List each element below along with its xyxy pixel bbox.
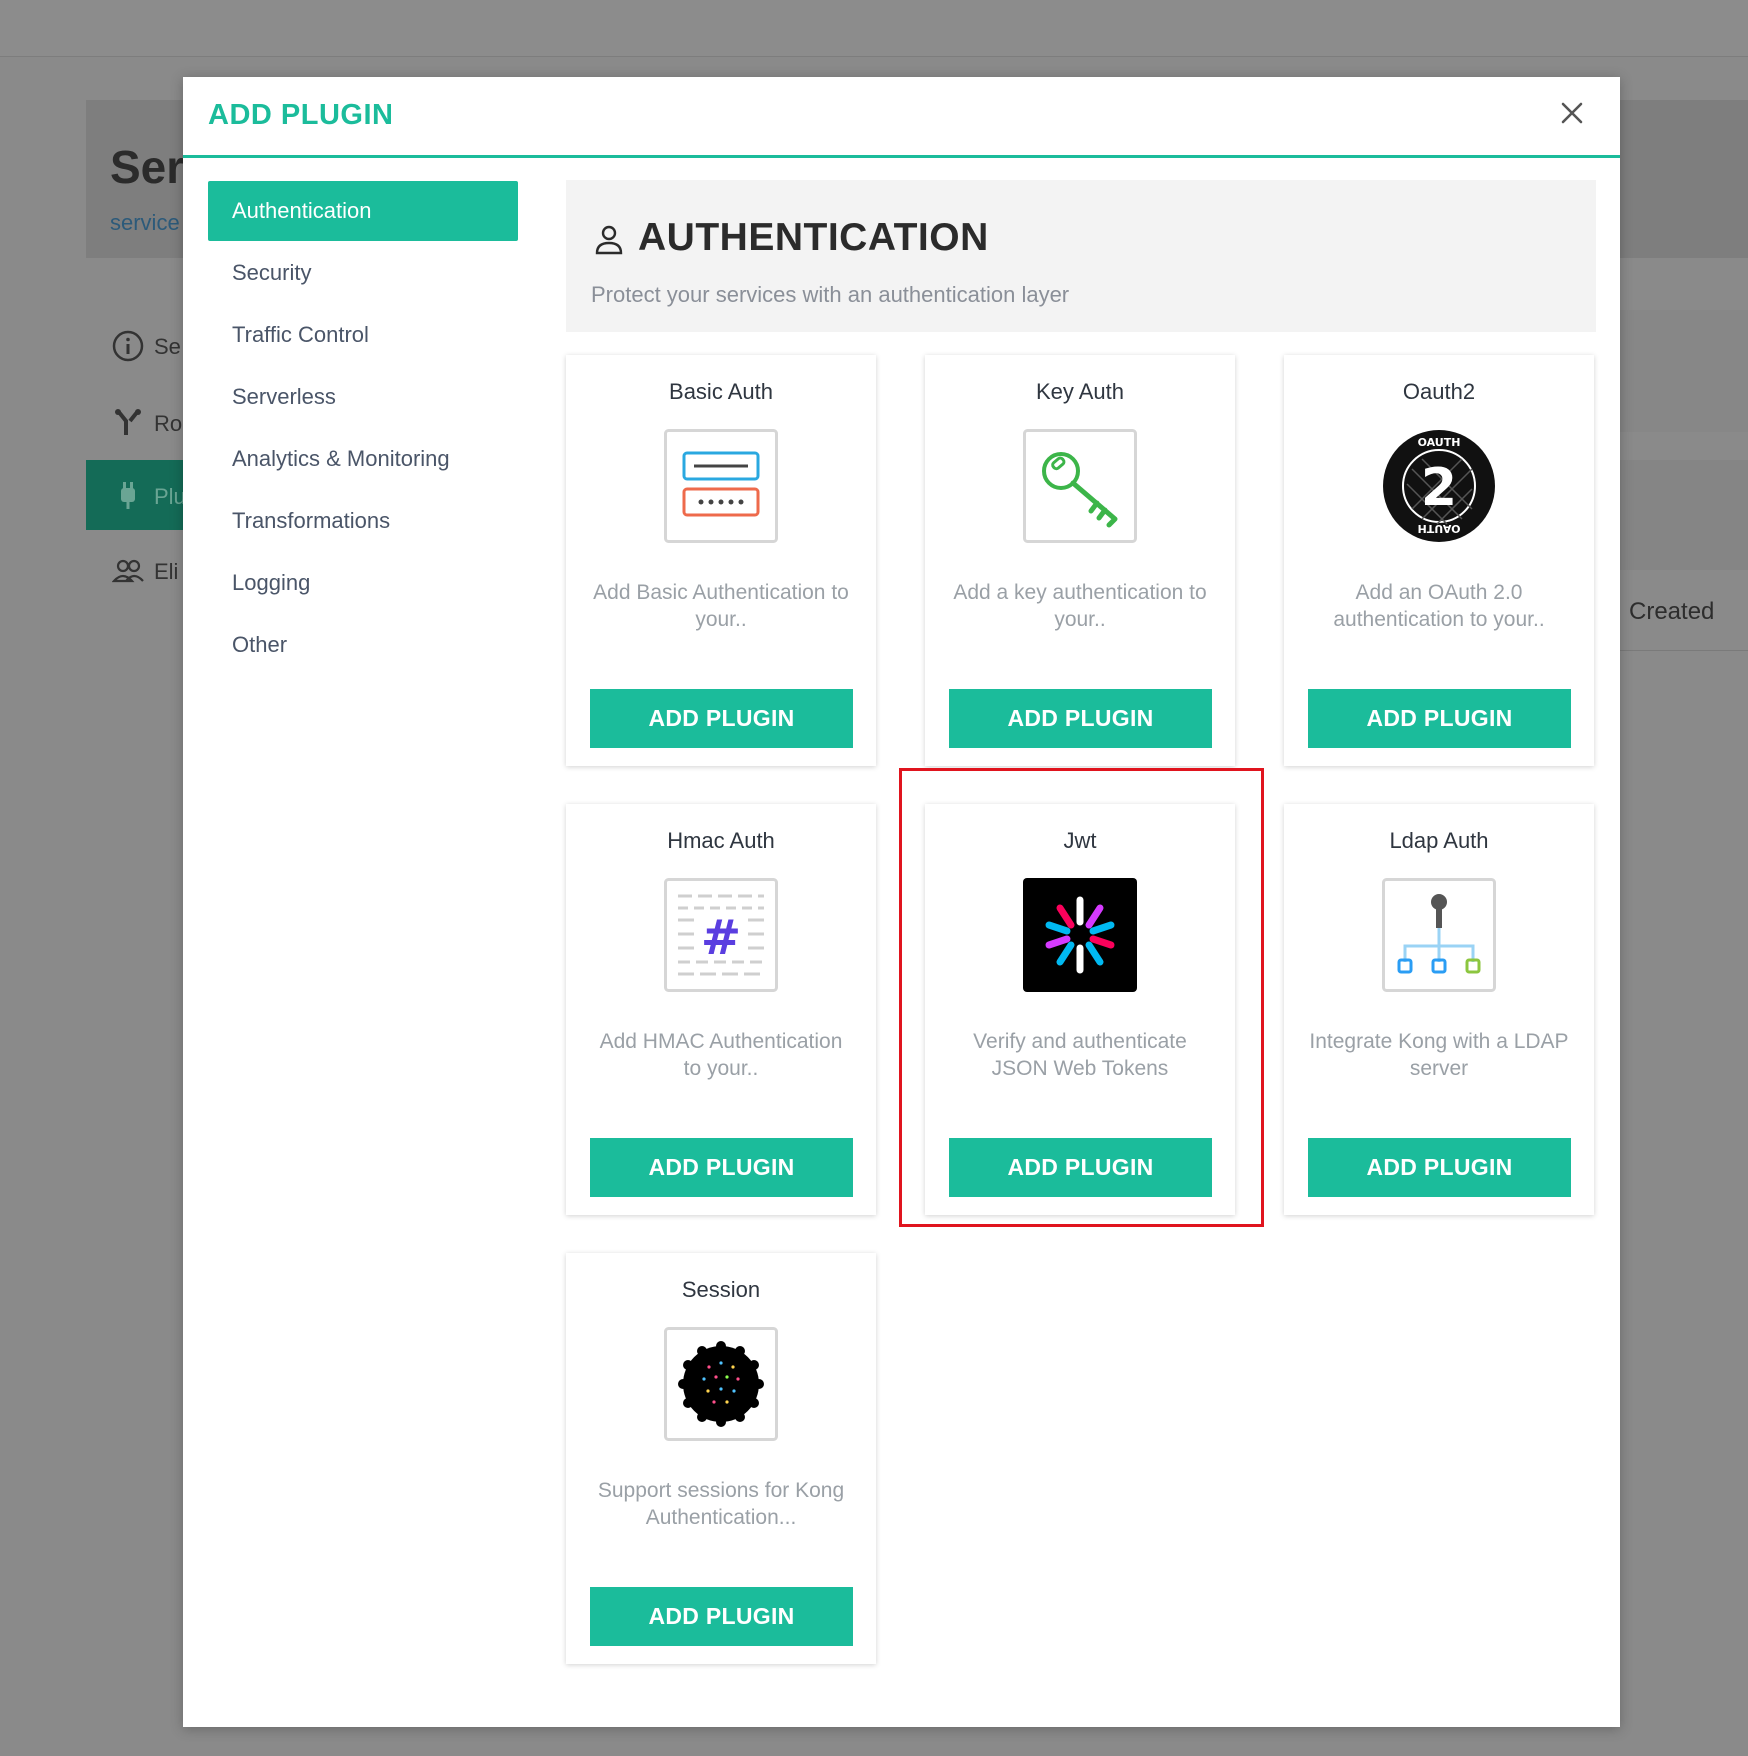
svg-text:OAUTH: OAUTH: [1418, 522, 1461, 535]
plugin-description: Add HMAC Authentication to your..: [599, 1030, 843, 1080]
routes-icon: [115, 409, 141, 435]
svg-text:#: #: [701, 910, 741, 966]
nav-item-plugins[interactable]: Plu: [86, 460, 196, 530]
sidebar-item-logging[interactable]: Logging: [208, 553, 518, 613]
nav-item-label: Plu: [154, 484, 186, 509]
plug-icon: [121, 482, 135, 509]
plugin-card-hmac-auth[interactable]: Hmac Auth # Add HMAC Authentication to y…: [566, 804, 876, 1215]
user-icon: [595, 225, 623, 255]
sidebar-item-analytics-monitoring[interactable]: Analytics & Monitoring: [208, 429, 518, 489]
category-description: Protect your services with an authentica…: [591, 282, 1070, 307]
ldap-icon: [1382, 878, 1496, 992]
oauth2-icon: 2 OAUTH OAUTH: [1383, 430, 1495, 542]
nav-item-eligible[interactable]: Eli: [86, 535, 196, 605]
plugin-name: Basic Auth: [669, 379, 773, 404]
app-topbar: [0, 0, 1748, 57]
sidebar-item-other[interactable]: Other: [208, 615, 518, 675]
plugin-description: Add an OAuth 2.0 authentication to your.…: [1333, 581, 1545, 631]
plugin-description: Add Basic Authentication to your..: [593, 581, 849, 631]
hmac-icon: #: [664, 878, 778, 992]
category-header: AUTHENTICATION Protect your services wit…: [566, 180, 1596, 332]
nav-item-label: Ro: [154, 411, 183, 436]
page-title: Ser: [110, 141, 185, 193]
plugin-card-ldap-auth[interactable]: Ldap Auth Integrate Kong with a LDAP ser…: [1284, 804, 1594, 1215]
cookie-icon: [664, 1327, 778, 1441]
plugin-card-oauth2[interactable]: Oauth2 2 OAUTH OAUTH Add an OAuth 2.0 au…: [1284, 355, 1594, 766]
sidebar-item-serverless[interactable]: Serverless: [208, 367, 518, 427]
plugin-name: Key Auth: [1035, 379, 1125, 404]
sidebar-item-transformations[interactable]: Transformations: [208, 491, 518, 551]
add-plugin-button[interactable]: ADD PLUGIN: [590, 1138, 853, 1197]
nav-item-routes[interactable]: Ro: [86, 387, 196, 457]
add-plugin-button[interactable]: ADD PLUGIN: [949, 689, 1212, 748]
users-icon: [112, 559, 144, 583]
modal-header: ADD PLUGIN: [183, 77, 1620, 158]
category-title: AUTHENTICATION: [638, 216, 989, 259]
nav-item-service[interactable]: Se: [86, 310, 196, 380]
svg-text:2: 2: [1421, 458, 1457, 518]
table-header-created[interactable]: Created: [1629, 598, 1714, 626]
plugin-card-key-auth[interactable]: Key Auth Add a key authentication to you…: [925, 355, 1235, 766]
highlight-box: [899, 768, 1264, 1227]
add-plugin-button[interactable]: ADD PLUGIN: [1308, 1138, 1571, 1197]
svg-text:OAUTH: OAUTH: [1418, 436, 1461, 449]
page-subtitle[interactable]: service: [110, 210, 180, 236]
sidebar-item-traffic-control[interactable]: Traffic Control: [208, 305, 518, 365]
sidebar-item-authentication[interactable]: Authentication: [208, 181, 518, 241]
nav-item-label: Eli: [154, 559, 179, 584]
category-sidebar: Authentication Security Traffic Control …: [208, 181, 518, 677]
sidebar-item-security[interactable]: Security: [208, 243, 518, 303]
info-icon: [112, 330, 144, 362]
add-plugin-button[interactable]: ADD PLUGIN: [1308, 689, 1571, 748]
basic-auth-icon: [664, 429, 778, 543]
add-plugin-button[interactable]: ADD PLUGIN: [590, 689, 853, 748]
plugin-description: Add a key authentication to your..: [953, 581, 1207, 631]
plugin-name: Oauth2: [1402, 379, 1476, 404]
plugin-name: Session: [681, 1277, 761, 1302]
plugin-card-session[interactable]: Session Support sessions for Kong Authen…: [566, 1253, 876, 1664]
plugin-card-basic-auth[interactable]: Basic Auth Add Basic Authentication to y…: [566, 355, 876, 766]
nav-item-label: Se: [154, 334, 181, 359]
close-icon[interactable]: [1554, 95, 1590, 131]
plugin-description: Support sessions for Kong Authentication…: [597, 1479, 845, 1529]
modal-title: ADD PLUGIN: [208, 99, 394, 131]
plugin-name: Ldap Auth: [1389, 828, 1489, 853]
add-plugin-button[interactable]: ADD PLUGIN: [590, 1587, 853, 1646]
plugin-name: Hmac Auth: [667, 828, 775, 853]
plugin-description: Integrate Kong with a LDAP server: [1309, 1030, 1569, 1080]
key-icon: [1023, 429, 1137, 543]
